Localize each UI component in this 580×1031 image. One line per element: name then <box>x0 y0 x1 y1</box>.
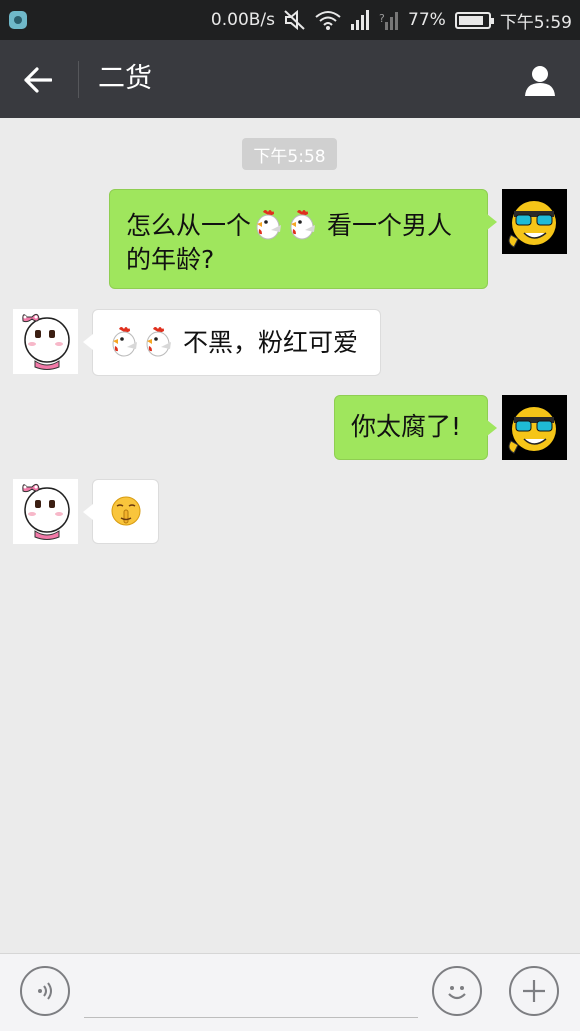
person-icon <box>525 66 555 96</box>
wifi-icon <box>315 11 341 30</box>
rooster-emoji-icon <box>112 327 137 357</box>
rooster-emoji-icon <box>146 327 171 357</box>
contact-avatar[interactable] <box>13 479 78 544</box>
battery-percent: 77% <box>408 10 446 30</box>
arrow-left-icon <box>24 67 52 93</box>
cartoon-girl-avatar-icon <box>13 479 78 544</box>
chat-title: 二货 <box>98 63 152 94</box>
battery-icon <box>454 11 494 29</box>
header-divider <box>78 61 79 98</box>
message-text: 的年龄? <box>126 245 215 274</box>
my-avatar[interactable] <box>502 189 567 254</box>
message-bubble-outgoing[interactable]: 怎么从一个 看一个男人 的年龄? <box>109 189 497 289</box>
plus-icon <box>523 980 545 1002</box>
chat-header: 二货 <box>0 40 580 118</box>
message-input[interactable] <box>84 1017 418 1018</box>
input-bar <box>0 953 580 1031</box>
app-notification-icon <box>9 11 27 29</box>
svg-text:?: ? <box>379 12 385 25</box>
message-text: 不黑，粉红可爱 <box>182 328 358 357</box>
my-avatar[interactable] <box>502 395 567 460</box>
voice-icon <box>38 982 52 1000</box>
rooster-emoji-icon <box>256 210 282 240</box>
message-text: 怎么从一个 <box>126 211 252 240</box>
sunglasses-smiley-avatar-icon <box>502 189 567 254</box>
message-text: 你太腐了! <box>351 412 462 441</box>
shush-emoji-icon <box>111 496 141 526</box>
mute-icon <box>284 10 305 30</box>
contact-avatar[interactable] <box>13 309 78 374</box>
chat-info-button[interactable] <box>520 60 560 100</box>
more-options-button[interactable] <box>509 966 559 1016</box>
rooster-emoji-icon <box>290 210 316 240</box>
message-timestamp: 下午5:58 <box>242 138 337 170</box>
clock: 下午5:59 <box>499 12 572 33</box>
voice-input-button[interactable] <box>20 966 70 1016</box>
cartoon-girl-avatar-icon <box>13 309 78 374</box>
network-speed: 0.00B/s <box>210 10 276 30</box>
status-bar: 0.00B/s ? 77% 下午5:59 <box>0 0 580 40</box>
sunglasses-smiley-avatar-icon <box>502 395 567 460</box>
message-bubble-incoming[interactable]: 不黑，粉红可爱 <box>83 309 381 376</box>
signal-no-sim-icon: ? <box>379 12 399 30</box>
signal-icon <box>351 10 370 30</box>
emoji-button[interactable] <box>432 966 482 1016</box>
message-bubble-incoming[interactable] <box>83 479 159 544</box>
smiley-icon <box>448 986 466 1000</box>
message-bubble-outgoing[interactable]: 你太腐了! <box>334 395 497 460</box>
back-button[interactable] <box>18 60 58 100</box>
message-text: 看一个男人 <box>326 211 452 240</box>
